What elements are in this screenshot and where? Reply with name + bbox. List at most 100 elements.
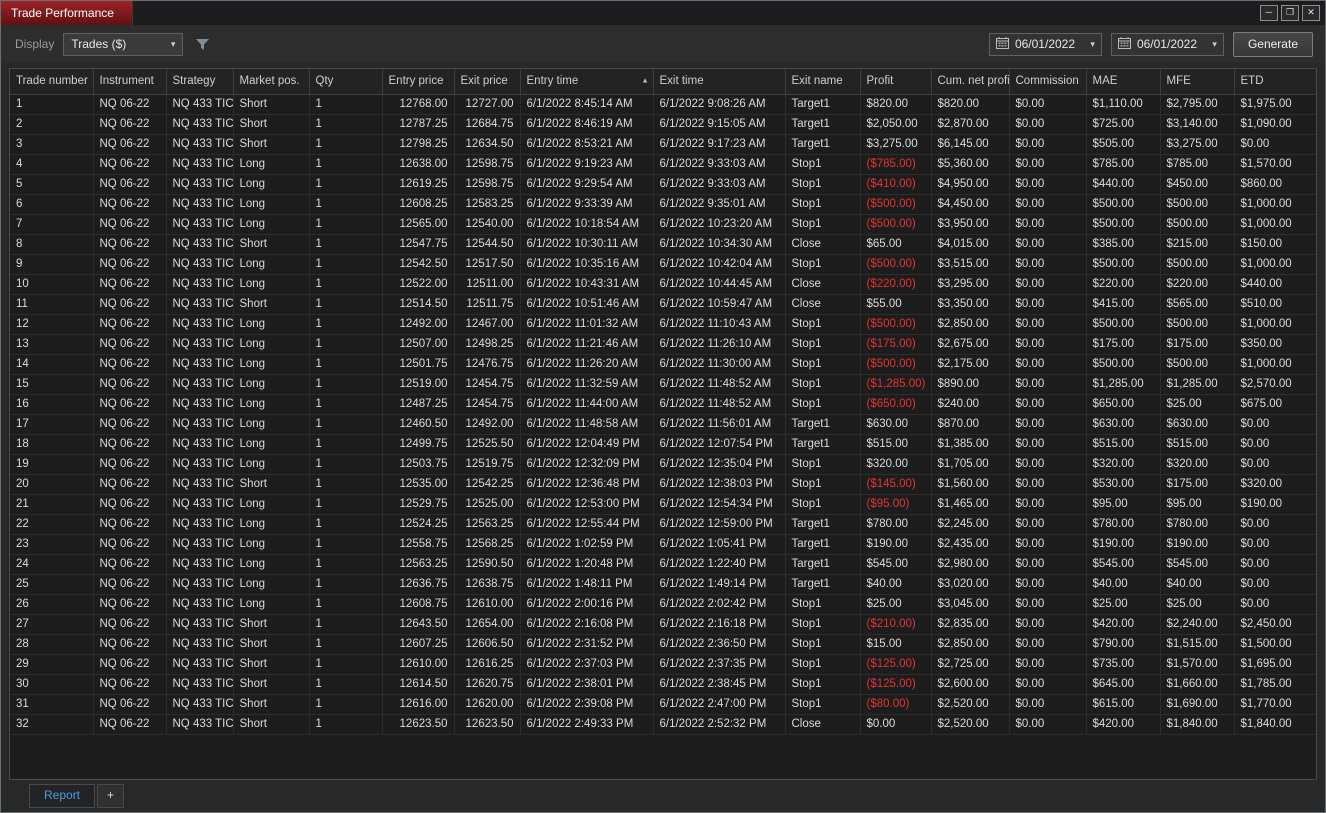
column-header-market-pos[interactable]: Market pos. bbox=[233, 69, 310, 95]
table-row[interactable]: 14 NQ 06-22 NQ 433 TIC Long 1 12501.75 12476.7… bbox=[10, 354, 1316, 375]
cell-entry-time: 6/1/2022 2:37:03 PM bbox=[520, 654, 654, 675]
trade-performance-window: Trade Performance ─ ❐ ✕ Display Trades (… bbox=[0, 0, 1326, 813]
table-row[interactable]: 3 NQ 06-22 NQ 433 TIC Short 1 12798.25 12634.5… bbox=[10, 134, 1316, 155]
cell-entry-price: 12608.25 bbox=[382, 194, 455, 215]
tab-report[interactable]: Report bbox=[29, 784, 96, 808]
cell-mfe: $1,285.00 bbox=[1160, 374, 1235, 395]
cell-cum-net-profit: $6,145.00 bbox=[931, 134, 1010, 155]
table-row[interactable]: 12 NQ 06-22 NQ 433 TIC Long 1 12492.00 12467.0… bbox=[10, 314, 1316, 335]
column-header-trade-number[interactable]: Trade number bbox=[10, 69, 94, 95]
table-row[interactable]: 28 NQ 06-22 NQ 433 TIC Short 1 12607.25 12606.… bbox=[10, 634, 1316, 655]
column-header-mfe[interactable]: MFE bbox=[1160, 69, 1235, 95]
table-row[interactable]: 16 NQ 06-22 NQ 433 TIC Long 1 12487.25 12454.7… bbox=[10, 394, 1316, 415]
table-row[interactable]: 17 NQ 06-22 NQ 433 TIC Long 1 12460.50 12492.0… bbox=[10, 414, 1316, 435]
start-date-picker[interactable]: 06/01/2022 ▾ bbox=[988, 32, 1102, 56]
table-row[interactable]: 15 NQ 06-22 NQ 433 TIC Long 1 12519.00 12454.7… bbox=[10, 374, 1316, 395]
table-row[interactable]: 31 NQ 06-22 NQ 433 TIC Short 1 12616.00 12620.… bbox=[10, 694, 1316, 715]
column-header-exit-time[interactable]: Exit time bbox=[653, 69, 786, 95]
cell-exit-time: 6/1/2022 2:02:42 PM bbox=[653, 594, 786, 615]
cell-cum-net-profit: $2,870.00 bbox=[931, 114, 1010, 135]
column-header-entry-time[interactable]: Entry time ▲ bbox=[520, 69, 654, 95]
table-row[interactable]: 27 NQ 06-22 NQ 433 TIC Short 1 12643.50 12654.… bbox=[10, 614, 1316, 635]
cell-profit: $545.00 bbox=[860, 554, 932, 575]
column-header-qty[interactable]: Qty bbox=[309, 69, 383, 95]
table-row[interactable]: 9 NQ 06-22 NQ 433 TIC Long 1 12542.50 12517.50… bbox=[10, 254, 1316, 275]
display-select[interactable]: Trades ($) ▾ bbox=[63, 32, 184, 56]
cell-instrument: NQ 06-22 bbox=[93, 214, 167, 235]
cell-entry-price: 12623.50 bbox=[382, 714, 455, 735]
table-row[interactable]: 13 NQ 06-22 NQ 433 TIC Long 1 12507.00 12498.2… bbox=[10, 334, 1316, 355]
column-header-exit-name[interactable]: Exit name bbox=[785, 69, 861, 95]
table-row[interactable]: 29 NQ 06-22 NQ 433 TIC Short 1 12610.00 12616.… bbox=[10, 654, 1316, 675]
cell-trade-number: 24 bbox=[10, 554, 94, 575]
cell-qty: 1 bbox=[309, 574, 383, 595]
cell-exit-name: Target1 bbox=[785, 554, 861, 575]
column-header-exit-price[interactable]: Exit price bbox=[454, 69, 521, 95]
table-row[interactable]: 1 NQ 06-22 NQ 433 TIC Short 1 12768.00 12727.0… bbox=[10, 94, 1316, 115]
generate-button[interactable]: Generate bbox=[1232, 31, 1313, 57]
cell-exit-time: 6/1/2022 10:59:47 AM bbox=[653, 294, 786, 315]
cell-exit-name: Stop1 bbox=[785, 314, 861, 335]
cell-commission: $0.00 bbox=[1009, 154, 1087, 175]
cell-entry-time: 6/1/2022 12:32:09 PM bbox=[520, 454, 654, 475]
cell-commission: $0.00 bbox=[1009, 234, 1087, 255]
table-row[interactable]: 25 NQ 06-22 NQ 433 TIC Long 1 12636.75 12638.7… bbox=[10, 574, 1316, 595]
sort-ascending-icon: ▲ bbox=[641, 77, 649, 85]
cell-instrument: NQ 06-22 bbox=[93, 94, 167, 115]
column-header-entry-price[interactable]: Entry price bbox=[382, 69, 455, 95]
column-header-instrument[interactable]: Instrument bbox=[93, 69, 167, 95]
cell-cum-net-profit: $5,360.00 bbox=[931, 154, 1010, 175]
column-header-strategy[interactable]: Strategy bbox=[166, 69, 234, 95]
titlebar: Trade Performance ─ ❐ ✕ bbox=[1, 1, 1325, 25]
column-header-mae[interactable]: MAE bbox=[1086, 69, 1161, 95]
table-row[interactable]: 30 NQ 06-22 NQ 433 TIC Short 1 12614.50 12620.… bbox=[10, 674, 1316, 695]
table-row[interactable]: 19 NQ 06-22 NQ 433 TIC Long 1 12503.75 12519.7… bbox=[10, 454, 1316, 475]
close-icon: ✕ bbox=[1307, 7, 1315, 17]
cell-commission: $0.00 bbox=[1009, 694, 1087, 715]
table-row[interactable]: 20 NQ 06-22 NQ 433 TIC Short 1 12535.00 12542.… bbox=[10, 474, 1316, 495]
cell-commission: $0.00 bbox=[1009, 574, 1087, 595]
cell-exit-price: 12544.50 bbox=[454, 234, 521, 255]
cell-commission: $0.00 bbox=[1009, 374, 1087, 395]
table-row[interactable]: 8 NQ 06-22 NQ 433 TIC Short 1 12547.75 12544.5… bbox=[10, 234, 1316, 255]
close-button[interactable]: ✕ bbox=[1302, 5, 1320, 21]
add-tab-button[interactable]: + bbox=[97, 784, 125, 808]
cell-entry-price: 12499.75 bbox=[382, 434, 455, 455]
cell-mfe: $565.00 bbox=[1160, 294, 1235, 315]
cell-entry-price: 12487.25 bbox=[382, 394, 455, 415]
table-row[interactable]: 23 NQ 06-22 NQ 433 TIC Long 1 12558.75 12568.2… bbox=[10, 534, 1316, 555]
column-header-commission[interactable]: Commission bbox=[1009, 69, 1087, 95]
table-row[interactable]: 21 NQ 06-22 NQ 433 TIC Long 1 12529.75 12525.0… bbox=[10, 494, 1316, 515]
table-row[interactable]: 5 NQ 06-22 NQ 433 TIC Long 1 12619.25 12598.75… bbox=[10, 174, 1316, 195]
end-date-picker[interactable]: 06/01/2022 ▾ bbox=[1110, 32, 1224, 56]
table-row[interactable]: 10 NQ 06-22 NQ 433 TIC Long 1 12522.00 12511.0… bbox=[10, 274, 1316, 295]
window-title-tab[interactable]: Trade Performance bbox=[1, 1, 133, 25]
table-row[interactable]: 4 NQ 06-22 NQ 433 TIC Long 1 12638.00 12598.75… bbox=[10, 154, 1316, 175]
cell-exit-price: 12476.75 bbox=[454, 354, 521, 375]
table-row[interactable]: 11 NQ 06-22 NQ 433 TIC Short 1 12514.50 12511.… bbox=[10, 294, 1316, 315]
table-row[interactable]: 2 NQ 06-22 NQ 433 TIC Short 1 12787.25 12684.7… bbox=[10, 114, 1316, 135]
table-row[interactable]: 26 NQ 06-22 NQ 433 TIC Long 1 12608.75 12610.0… bbox=[10, 594, 1316, 615]
column-header-etd[interactable]: ETD bbox=[1234, 69, 1316, 95]
cell-trade-number: 32 bbox=[10, 714, 94, 735]
table-row[interactable]: 24 NQ 06-22 NQ 433 TIC Long 1 12563.25 12590.5… bbox=[10, 554, 1316, 575]
table-row[interactable]: 18 NQ 06-22 NQ 433 TIC Long 1 12499.75 12525.5… bbox=[10, 434, 1316, 455]
restore-button[interactable]: ❐ bbox=[1281, 5, 1299, 21]
cell-mfe: $25.00 bbox=[1160, 394, 1235, 415]
table-row[interactable]: 32 NQ 06-22 NQ 433 TIC Short 1 12623.50 12623.… bbox=[10, 714, 1316, 735]
cell-entry-price: 12798.25 bbox=[382, 134, 455, 155]
column-header-cum-net-profit[interactable]: Cum. net profit bbox=[931, 69, 1010, 95]
table-row[interactable]: 22 NQ 06-22 NQ 433 TIC Long 1 12524.25 12563.2… bbox=[10, 514, 1316, 535]
cell-exit-time: 6/1/2022 12:35:04 PM bbox=[653, 454, 786, 475]
cell-commission: $0.00 bbox=[1009, 674, 1087, 695]
table-row[interactable]: 6 NQ 06-22 NQ 433 TIC Long 1 12608.25 12583.25… bbox=[10, 194, 1316, 215]
table-row[interactable]: 7 NQ 06-22 NQ 433 TIC Long 1 12565.00 12540.00… bbox=[10, 214, 1316, 235]
cell-qty: 1 bbox=[309, 634, 383, 655]
cell-qty: 1 bbox=[309, 494, 383, 515]
minimize-button[interactable]: ─ bbox=[1260, 5, 1278, 21]
cell-instrument: NQ 06-22 bbox=[93, 394, 167, 415]
column-header-profit[interactable]: Profit bbox=[860, 69, 932, 95]
cell-exit-price: 12598.75 bbox=[454, 154, 521, 175]
cell-exit-price: 12620.75 bbox=[454, 674, 521, 695]
filter-icon[interactable] bbox=[195, 38, 210, 51]
